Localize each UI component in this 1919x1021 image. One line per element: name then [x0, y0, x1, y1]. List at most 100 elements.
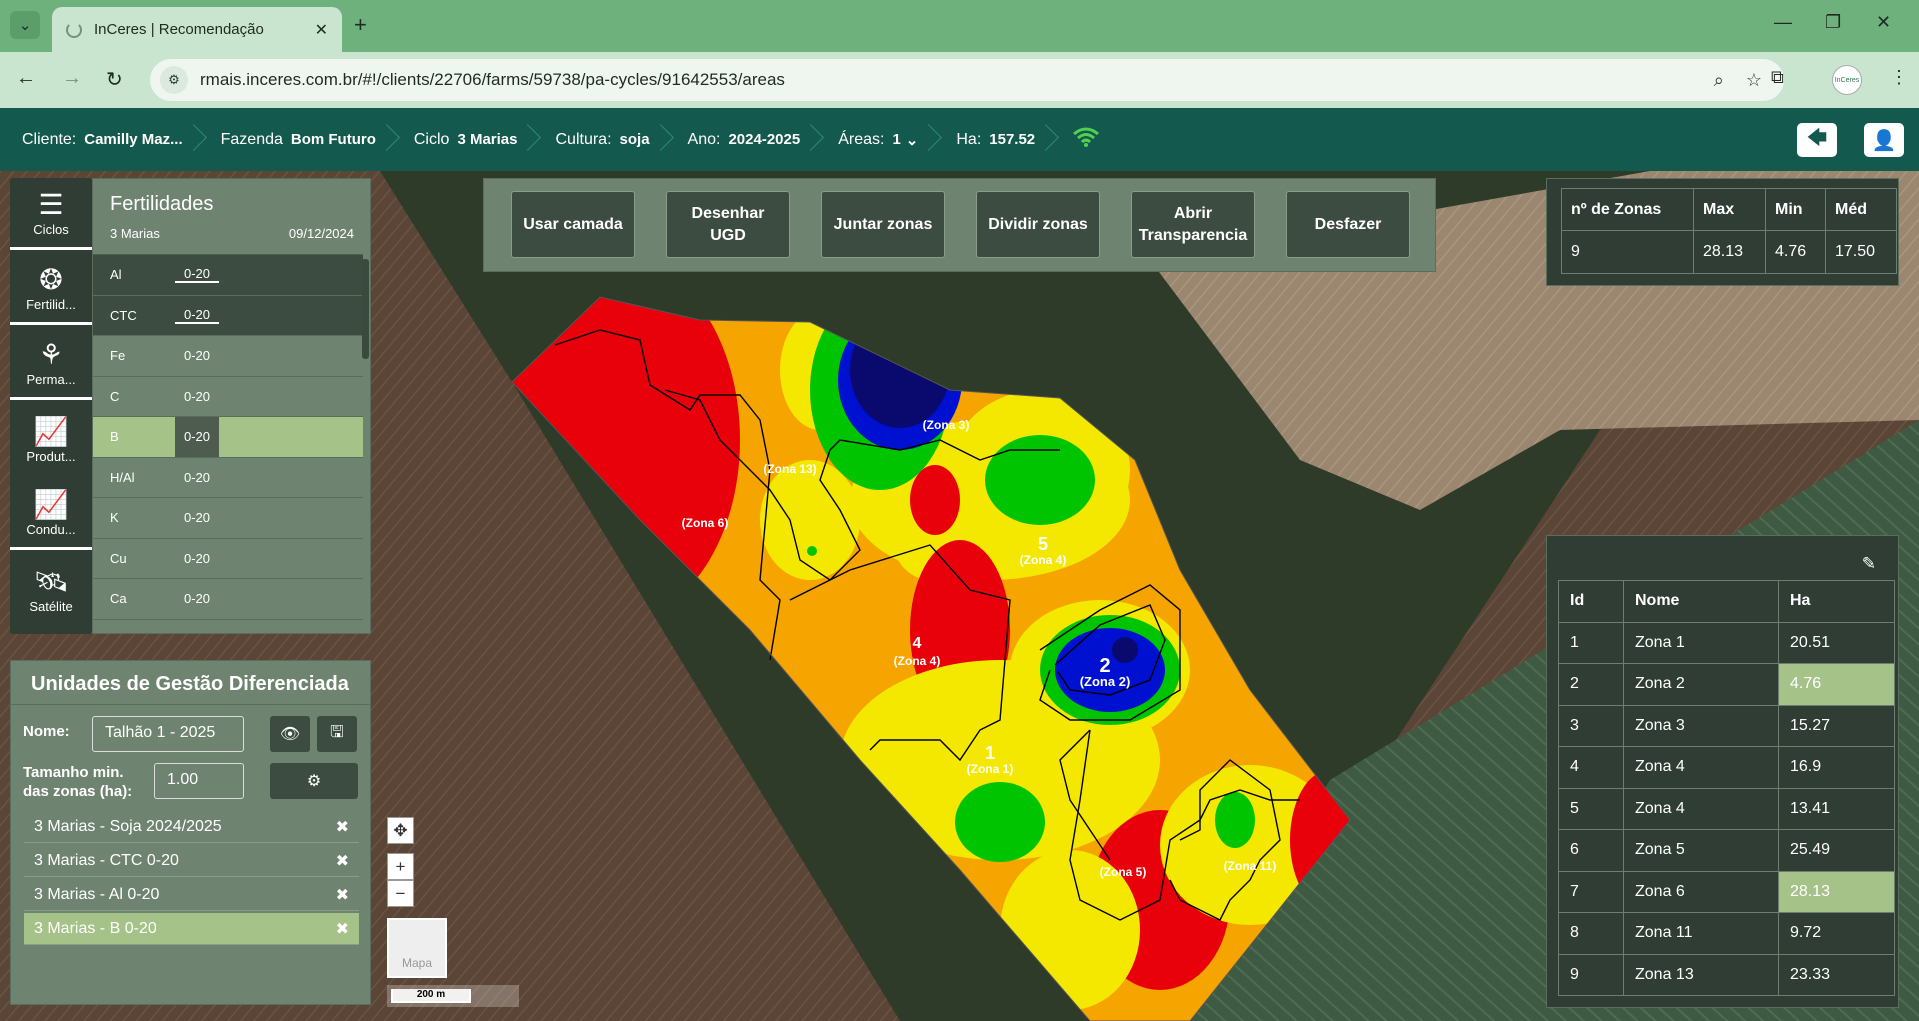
menu-icon[interactable]: ⋮ [1890, 67, 1908, 88]
table-row[interactable]: 8 Zona 11 9.72 [1558, 912, 1895, 955]
view-button[interactable]: 👁 [270, 716, 310, 752]
zone-label-name: (Zona 2) [1080, 674, 1131, 689]
breadcrumb-areas[interactable]: Áreas: 1 ⌄ [816, 108, 934, 171]
breadcrumb-cultura[interactable]: Cultura: soja [533, 108, 665, 171]
desfazer-button[interactable]: Desfazer [1286, 191, 1410, 258]
table-row[interactable]: 5 Zona 4 13.41 [1558, 787, 1895, 830]
nav-condutividade[interactable]: 📈 Condu... [10, 478, 92, 550]
chart-icon: 📈 [33, 489, 69, 520]
url-text[interactable]: rmais.inceres.com.br/#!/clients/22706/fa… [200, 70, 1714, 90]
profile-avatar[interactable]: InCeres [1832, 65, 1862, 95]
table-row[interactable]: 3 Zona 3 15.27 [1558, 704, 1895, 747]
remove-icon[interactable]: ✖ [336, 919, 349, 939]
abrir-transparencia-button[interactable]: Abrir Transparencia [1131, 191, 1255, 258]
tab-search-button[interactable]: ⌄ [10, 11, 40, 39]
browser-tabstrip: ⌄ InCeres | Recomendação ✕ + — ❐ ✕ [0, 0, 1919, 52]
list-item[interactable]: B 0-20 [93, 417, 363, 458]
browser-tab[interactable]: InCeres | Recomendação ✕ [52, 7, 342, 52]
list-item[interactable]: CTC 0-20 [93, 295, 363, 336]
list-item[interactable]: H/Al 0-20 [93, 458, 363, 498]
list-item[interactable]: C 0-20 [93, 377, 363, 417]
list-item[interactable]: Cu 0-20 [93, 539, 363, 579]
breadcrumb-ciclo[interactable]: Ciclo 3 Marias [392, 108, 534, 171]
table-header: Nome [1623, 580, 1779, 623]
panel-title: Fertilidades [110, 193, 214, 215]
layer-item[interactable]: 3 Marias - Al 0-20 ✖ [24, 879, 359, 911]
panel-subtitle: 3 Marias [110, 226, 160, 241]
address-bar[interactable]: ⚙ rmais.inceres.com.br/#!/clients/22706/… [150, 59, 1784, 101]
stats-table: nº de Zonas Max Min Méd 9 28.13 4.76 17.… [1561, 188, 1897, 274]
loading-icon [66, 21, 82, 38]
nav-fertilidades[interactable]: ❂ Fertilid... [10, 253, 92, 325]
chevron-down-icon: ⌄ [18, 17, 32, 34]
user-icon: 👤 [1871, 129, 1897, 152]
save-button[interactable]: 🖫 [317, 716, 357, 752]
minimize-button[interactable]: — [1774, 12, 1792, 33]
reload-button[interactable]: ↻ [106, 67, 123, 92]
generate-zones-button[interactable]: ⚙ [270, 763, 358, 799]
table-row[interactable]: 2 Zona 2 4.76 [1558, 663, 1895, 706]
list-item[interactable]: K 0-20 [93, 498, 363, 539]
panel-date: 09/12/2024 [288, 226, 354, 241]
desenhar-ugd-button[interactable]: Desenhar UGD [666, 191, 790, 258]
zoom-out-button[interactable]: − [387, 880, 414, 907]
zoom-icon[interactable]: ⌕ [1714, 70, 1724, 91]
forward-button[interactable]: → [62, 67, 82, 90]
table-header: Id [1558, 580, 1624, 623]
back-button[interactable]: ← [16, 67, 36, 90]
nav-ciclos[interactable]: ☰ Ciclos [10, 178, 92, 250]
extensions-icon[interactable]: ⧉ [1771, 67, 1784, 88]
save-icon: 🖫 [330, 723, 344, 741]
breadcrumb-cliente[interactable]: Cliente: Camilly Maz... [0, 108, 199, 171]
breadcrumb-fazenda[interactable]: Fazenda Bom Futuro [199, 108, 392, 171]
basemap-toggle[interactable]: Mapa [387, 918, 447, 978]
table-header: nº de Zonas [1561, 188, 1694, 231]
table-row[interactable]: 1 Zona 1 20.51 [1558, 621, 1895, 664]
layer-item[interactable]: 3 Marias - Soja 2024/2025 ✖ [24, 811, 359, 843]
remove-icon[interactable]: ✖ [336, 885, 349, 905]
zones-panel: ✎ Id Nome Ha 1 Zona 1 20.51 2 Zona 2 4.76 3Z… [1546, 535, 1899, 1008]
tamanho-input[interactable]: 1.00 [154, 763, 244, 799]
remove-icon[interactable]: ✖ [336, 851, 349, 871]
usar-camada-button[interactable]: Usar camada [511, 191, 635, 258]
zone-label-name: (Zona 5) [1100, 865, 1147, 879]
juntar-zonas-button[interactable]: Juntar zonas [821, 191, 945, 258]
list-item[interactable]: Fe 0-20 [93, 336, 363, 377]
close-icon[interactable]: ✕ [315, 20, 328, 40]
table-row[interactable]: 9 Zona 13 23.33 [1558, 953, 1895, 996]
zoom-in-button[interactable]: + [387, 853, 414, 880]
dividir-zonas-button[interactable]: Dividir zonas [976, 191, 1100, 258]
back-arrow-button[interactable]: 🡄 [1797, 123, 1837, 157]
table-row[interactable]: 4 Zona 4 16.9 [1558, 746, 1895, 789]
nome-input[interactable]: Talhão 1 - 2025 [92, 716, 244, 752]
list-icon: ☰ [38, 189, 64, 220]
move-icon: ✥ [393, 820, 408, 840]
fertility-list: Al 0-20 CTC 0-20 Fe 0-20 C 0-20 B 0-20 H/Al 0-… [93, 254, 363, 635]
pan-button[interactable]: ✥ [387, 817, 414, 844]
pencil-icon[interactable]: ✎ [1862, 554, 1876, 574]
zone-label-num: 1 [985, 743, 995, 763]
zone-label-name: (Zona 4) [1020, 553, 1067, 567]
nav-satelite[interactable]: 🛰 Satélite [10, 553, 92, 625]
table-row[interactable]: 6 Zona 5 25.49 [1558, 829, 1895, 872]
table-row[interactable]: 7 Zona 6 28.13 [1558, 870, 1895, 913]
restore-button[interactable]: ❐ [1825, 12, 1841, 33]
breadcrumb-ano[interactable]: Ano: 2024-2025 [666, 108, 817, 171]
browser-toolbar: ← → ↻ ⚙ rmais.inceres.com.br/#!/clients/… [0, 52, 1919, 108]
site-info-icon[interactable]: ⚙ [160, 66, 188, 94]
nav-permanente[interactable]: ⚘ Perma... [10, 328, 92, 400]
new-tab-button[interactable]: + [354, 12, 367, 38]
layer-item[interactable]: 3 Marias - CTC 0-20 ✖ [24, 845, 359, 877]
plus-icon: + [395, 856, 406, 876]
list-item[interactable]: Al 0-20 [93, 255, 363, 296]
bookmark-star-icon[interactable]: ☆ [1746, 70, 1762, 91]
chevron-down-icon: ⌄ [905, 131, 919, 149]
remove-icon[interactable]: ✖ [336, 817, 349, 837]
list-item[interactable]: Ca 0-20 [93, 579, 363, 620]
user-button[interactable]: 👤 [1864, 123, 1904, 157]
layer-item[interactable]: 3 Marias - B 0-20 ✖ [24, 913, 359, 945]
nav-produtividade[interactable]: 📈 Produt... [10, 403, 92, 475]
window-close-button[interactable]: ✕ [1876, 12, 1891, 33]
scrollbar[interactable] [362, 259, 369, 359]
app-header: Cliente: Camilly Maz... Fazenda Bom Futu… [0, 108, 1919, 171]
